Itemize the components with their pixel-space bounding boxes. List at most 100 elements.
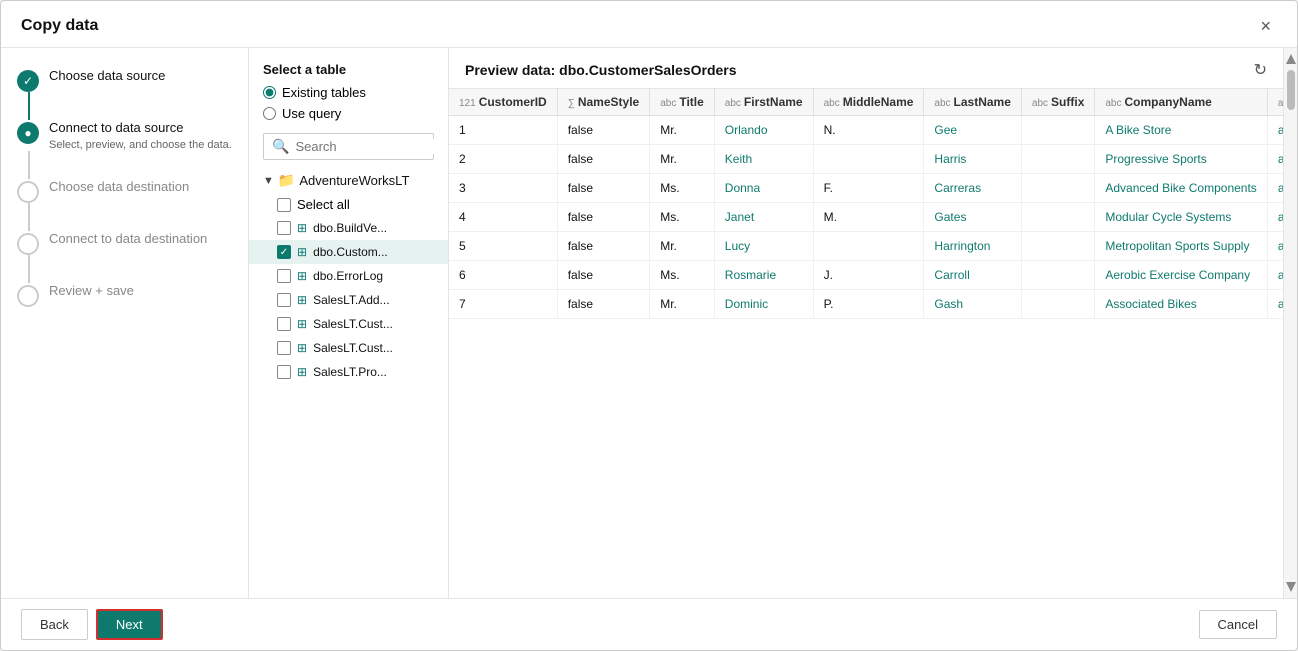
cell-salesperson-6: adventure-works\shu0 (1267, 290, 1283, 319)
cell-salesperson-3: adventure-works\jillian0 (1267, 203, 1283, 232)
dialog-footer: Back Next Cancel (1, 598, 1297, 650)
table-checkbox-5[interactable] (277, 341, 291, 355)
cell-companyname-0: A Bike Store (1095, 116, 1267, 145)
table-row-1: 2falseMr.KeithHarrisProgressive Sportsad… (449, 145, 1283, 174)
step-choose-dest: Choose data destination (17, 179, 232, 203)
table-row-4: 5falseMr.LucyHarringtonMetropolitan Spor… (449, 232, 1283, 261)
cell-suffix-2 (1021, 174, 1094, 203)
cell-firstname-1: Keith (714, 145, 813, 174)
search-input[interactable] (295, 139, 449, 154)
table-checkbox-4[interactable] (277, 317, 291, 331)
cell-suffix-3 (1021, 203, 1094, 232)
table-item-6[interactable]: ⊞ SalesLT.Pro... (249, 360, 448, 384)
table-item-2[interactable]: ⊞ dbo.ErrorLog (249, 264, 448, 288)
dialog-scrollbar[interactable] (1283, 48, 1297, 598)
cell-middlename-3: M. (813, 203, 924, 232)
connector-3 (28, 203, 30, 231)
data-table-wrapper[interactable]: 121CustomerID ∑NameStyle abcTitle abcFir… (449, 88, 1283, 598)
radio-use-query[interactable]: Use query (263, 106, 434, 121)
preview-table-body: 1falseMr.OrlandoN.GeeA Bike Storeadventu… (449, 116, 1283, 319)
select-all-checkbox[interactable] (277, 198, 291, 212)
table-panel-header: Select a table (249, 48, 448, 85)
col-type-salesperson: abc (1278, 98, 1283, 109)
select-all-item[interactable]: Select all (249, 193, 448, 216)
col-header-title: abcTitle (650, 89, 715, 116)
database-node[interactable]: ▼ 📁 AdventureWorksLT (249, 168, 448, 193)
table-row-0: 1falseMr.OrlandoN.GeeA Bike Storeadventu… (449, 116, 1283, 145)
cell-middlename-5: J. (813, 261, 924, 290)
table-selector-panel: Select a table Existing tables Use query… (249, 48, 449, 598)
col-type-suffix: abc (1032, 98, 1048, 109)
table-checkbox-0[interactable] (277, 221, 291, 235)
table-checkbox-3[interactable] (277, 293, 291, 307)
cell-title-6: Mr. (650, 290, 715, 319)
folder-icon: 📁 (278, 172, 295, 189)
wizard-steps: ✓ Choose data source ● Connect to data s… (1, 48, 249, 598)
table-header-row: 121CustomerID ∑NameStyle abcTitle abcFir… (449, 89, 1283, 116)
radio-query-input[interactable] (263, 107, 276, 120)
step-label-4: Connect to data destination (49, 231, 232, 248)
cell-salesperson-0: adventure-works\pamela0 (1267, 116, 1283, 145)
cell-customerid-2: 3 (449, 174, 557, 203)
cell-customerid-5: 6 (449, 261, 557, 290)
search-box[interactable]: 🔍 (263, 133, 434, 160)
step-review-save: Review + save (17, 283, 232, 307)
table-item-0[interactable]: ⊞ dbo.BuildVe... (249, 216, 448, 240)
scroll-up-icon[interactable] (1286, 52, 1296, 66)
table-item-3[interactable]: ⊞ SalesLT.Add... (249, 288, 448, 312)
step-connect-source: ● Connect to data source Select, preview… (17, 120, 232, 151)
footer-left-buttons: Back Next (21, 609, 163, 640)
next-button[interactable]: Next (96, 609, 163, 640)
cell-salesperson-4: adventure-works\shu0 (1267, 232, 1283, 261)
col-header-suffix: abcSuffix (1021, 89, 1094, 116)
step-content-3: Choose data destination (49, 179, 232, 196)
table-type-radio-group: Existing tables Use query (249, 85, 448, 129)
cell-middlename-4 (813, 232, 924, 261)
table-name-1: dbo.Custom... (313, 245, 388, 259)
cell-customerid-4: 5 (449, 232, 557, 261)
connector-4 (28, 255, 30, 283)
connector-1 (28, 92, 30, 120)
cell-middlename-1 (813, 145, 924, 174)
cell-suffix-1 (1021, 145, 1094, 174)
dialog-header: Copy data × (1, 1, 1297, 48)
table-item-4[interactable]: ⊞ SalesLT.Cust... (249, 312, 448, 336)
radio-existing-input[interactable] (263, 86, 276, 99)
table-name-3: SalesLT.Add... (313, 293, 390, 307)
radio-existing-tables[interactable]: Existing tables (263, 85, 434, 100)
table-name-6: SalesLT.Pro... (313, 365, 387, 379)
table-row-3: 4falseMs.JanetM.GatesModular Cycle Syste… (449, 203, 1283, 232)
cell-customerid-6: 7 (449, 290, 557, 319)
table-checkbox-6[interactable] (277, 365, 291, 379)
close-button[interactable]: × (1254, 15, 1277, 37)
col-header-namestyle: ∑NameStyle (557, 89, 650, 116)
scroll-down-icon[interactable] (1286, 580, 1296, 594)
table-grid-icon-4: ⊞ (297, 317, 307, 331)
cell-lastname-3: Gates (924, 203, 1021, 232)
cell-companyname-3: Modular Cycle Systems (1095, 203, 1267, 232)
cell-lastname-4: Harrington (924, 232, 1021, 261)
table-checkbox-2[interactable] (277, 269, 291, 283)
cell-lastname-1: Harris (924, 145, 1021, 174)
cell-title-1: Mr. (650, 145, 715, 174)
table-name-2: dbo.ErrorLog (313, 269, 383, 283)
step-icon-2: ● (17, 122, 39, 144)
database-label: AdventureWorksLT (299, 173, 409, 188)
table-row-6: 7falseMr.DominicP.GashAssociated Bikesad… (449, 290, 1283, 319)
table-checkbox-1[interactable]: ✓ (277, 245, 291, 259)
cell-suffix-5 (1021, 261, 1094, 290)
col-header-firstname: abcFirstName (714, 89, 813, 116)
col-type-customerid: 121 (459, 98, 476, 109)
step-connect-dest: Connect to data destination (17, 231, 232, 255)
back-button[interactable]: Back (21, 609, 88, 640)
copy-data-dialog: Copy data × ✓ Choose data source ● Conne… (0, 0, 1298, 651)
radio-query-label: Use query (282, 106, 341, 121)
step-sublabel-2: Select, preview, and choose the data. (49, 139, 232, 151)
table-item-1[interactable]: ✓ ⊞ dbo.Custom... (249, 240, 448, 264)
table-grid-icon-2: ⊞ (297, 269, 307, 283)
cancel-button[interactable]: Cancel (1199, 610, 1277, 639)
refresh-button[interactable]: ↻ (1254, 60, 1267, 80)
table-item-5[interactable]: ⊞ SalesLT.Cust... (249, 336, 448, 360)
table-grid-icon-5: ⊞ (297, 341, 307, 355)
cell-companyname-4: Metropolitan Sports Supply (1095, 232, 1267, 261)
